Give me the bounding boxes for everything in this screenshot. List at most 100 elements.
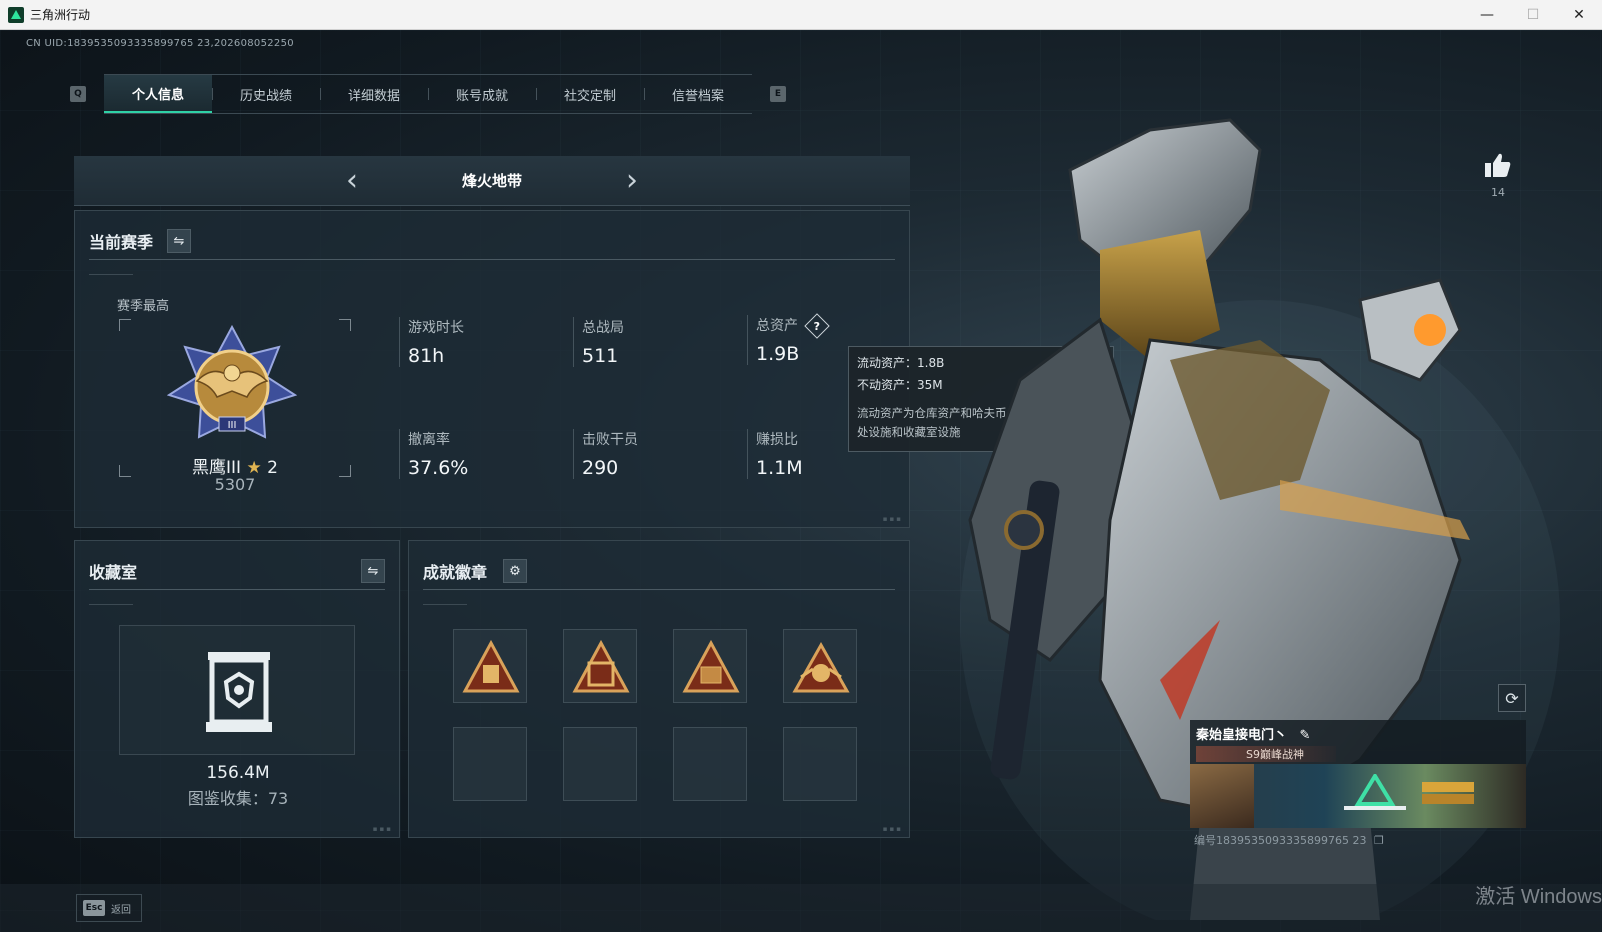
copy-icon[interactable]: ❐ (1374, 834, 1384, 847)
badge-slot[interactable] (453, 629, 527, 703)
stat-label: 撤离率 (408, 432, 450, 448)
mode-next-button[interactable]: › (612, 165, 652, 196)
tab-social[interactable]: 社交定制 (536, 75, 644, 113)
divider (423, 604, 467, 605)
stat-value: 1.1M (756, 457, 803, 479)
badge-icon (462, 639, 520, 693)
player-title: S9巅峰战神 (1196, 746, 1336, 762)
stat-label: 总资产 ? (756, 313, 831, 339)
back-label: 返回 (111, 904, 131, 916)
season-title: 当前赛季 (89, 233, 154, 252)
tab-personal-info[interactable]: 个人信息 (104, 75, 212, 113)
help-icon[interactable]: ? (804, 313, 831, 339)
season-best-label: 赛季最高 (117, 299, 170, 314)
stat-total-matches: 总战局 511 (573, 317, 624, 367)
badge-slot[interactable] (673, 629, 747, 703)
divider (89, 589, 385, 590)
bracket (339, 319, 351, 331)
rank-score: 5307 (214, 475, 256, 494)
close-button[interactable]: ✕ (1556, 0, 1602, 30)
thumbs-up-icon (1485, 153, 1511, 177)
bracket (119, 319, 131, 331)
badge-slot-empty[interactable] (453, 727, 527, 801)
badges-settings-button[interactable]: ⚙ (503, 559, 527, 583)
badge-slot-empty[interactable] (563, 727, 637, 801)
edit-icon[interactable]: ✎ (1300, 728, 1311, 743)
app-logo-icon (8, 6, 24, 23)
mode-selector: ‹ 烽火地带 › (74, 156, 910, 206)
activate-windows-watermark: 激活 Windows (1475, 886, 1602, 908)
tab-reputation[interactable]: 信誉档案 (644, 75, 752, 113)
card-banner (1190, 764, 1526, 828)
stat-label: 游戏时长 (408, 320, 464, 336)
tab-list: 个人信息 历史战绩 详细数据 账号成就 社交定制 信誉档案 (104, 74, 752, 114)
badge-slot-empty[interactable] (783, 727, 857, 801)
back-button[interactable]: Esc 返回 (76, 894, 142, 922)
maximize-button[interactable]: ☐ (1510, 0, 1556, 30)
refresh-icon: ⟳ (1505, 688, 1519, 708)
stat-label-text: 总资产 (756, 318, 798, 334)
divider (423, 589, 895, 590)
stat-value: 81h (408, 345, 445, 367)
badge-slot[interactable] (783, 629, 857, 703)
collection-swap-button[interactable]: ⇋ (361, 559, 385, 583)
tomb-raider-logo-icon (1422, 782, 1474, 804)
panel-corner-deco: ▪▪▪ (372, 825, 393, 833)
uid-text: CN UID:1839535093335899765 23,2026080522… (26, 38, 294, 49)
tab-detailed-data[interactable]: 详细数据 (320, 75, 428, 113)
collection-value: 156.4M (206, 763, 270, 783)
player-id: 编号1839535093335899765 23 ❐ (1194, 834, 1384, 847)
prev-tab-key[interactable]: Q (70, 86, 86, 102)
game-stage: CN UID:1839535093335899765 23,2026080522… (0, 30, 1602, 932)
avatar[interactable] (1190, 764, 1254, 828)
stat-total-assets: 总资产 ? 1.9B (747, 313, 831, 365)
stat-profit-ratio: 赚损比 1.1M (747, 429, 803, 479)
swap-icon: ⇋ (367, 563, 379, 579)
stat-kills: 击败干员 290 (573, 429, 638, 479)
like-count: 14 (1491, 186, 1505, 199)
window-titlebar: 三角洲行动 — ☐ ✕ (0, 0, 1602, 30)
svg-text:III: III (228, 420, 237, 431)
season-swap-button[interactable]: ⇋ (167, 229, 191, 253)
player-card[interactable]: 秦始皇接电门丶 ✎ S9巅峰战神 编号1839535093335899765 2… (1190, 720, 1526, 847)
player-name: 秦始皇接电门丶 ✎ (1196, 728, 1311, 743)
collection-panel: 收藏室 ⇋ 156.4M 图鉴收集：73 ▪▪▪ (74, 540, 400, 838)
divider (89, 604, 133, 605)
stat-label: 赚损比 (756, 432, 798, 448)
stat-play-time: 游戏时长 81h (399, 317, 464, 367)
current-season-panel: 当前赛季 ⇋ 赛季最高 III 黑鹰III ★ 2 5307 游戏时长 81h … (74, 210, 910, 528)
window-title: 三角洲行动 (30, 8, 91, 22)
tab-bar: Q 个人信息 历史战绩 详细数据 账号成就 社交定制 信誉档案 E (70, 74, 786, 114)
badge-icon (572, 639, 630, 693)
mode-title: 烽火地带 (461, 172, 522, 190)
refresh-button[interactable]: ⟳ (1498, 684, 1526, 712)
collection-title: 收藏室 (89, 563, 138, 582)
swap-icon: ⇋ (173, 233, 185, 249)
badges-title: 成就徽章 (423, 563, 488, 582)
badge-slot[interactable] (563, 629, 637, 703)
stat-value: 511 (582, 345, 619, 367)
black-hawk-rank-icon: III (167, 325, 297, 439)
bottom-bar: Esc 返回 (0, 884, 1602, 932)
esc-key: Esc (83, 900, 105, 916)
minimize-button[interactable]: — (1464, 0, 1510, 30)
badge-slot-empty[interactable] (673, 727, 747, 801)
stat-value: 37.6% (408, 457, 469, 479)
achievement-badges-panel: 成就徽章 ⚙ ▪▪▪ (408, 540, 910, 838)
delta-force-logo-icon (1344, 774, 1406, 810)
stat-extract-rate: 撤离率 37.6% (399, 429, 468, 479)
mode-prev-button[interactable]: ‹ (332, 165, 372, 196)
rank-display: III 黑鹰III ★ 2 5307 (119, 319, 351, 494)
stat-value: 290 (582, 457, 619, 479)
display-case-icon (206, 652, 272, 732)
tab-achievements[interactable]: 账号成就 (428, 75, 536, 113)
divider (89, 259, 895, 260)
next-tab-key[interactable]: E (770, 86, 786, 102)
window-controls: — ☐ ✕ (1464, 0, 1602, 30)
stat-value: 1.9B (756, 343, 800, 365)
tab-history[interactable]: 历史战绩 (212, 75, 320, 113)
like-button[interactable]: 14 (1480, 152, 1516, 199)
collection-showcase[interactable] (119, 625, 355, 755)
collection-count: 图鉴收集：73 (187, 789, 289, 808)
divider (89, 274, 133, 275)
